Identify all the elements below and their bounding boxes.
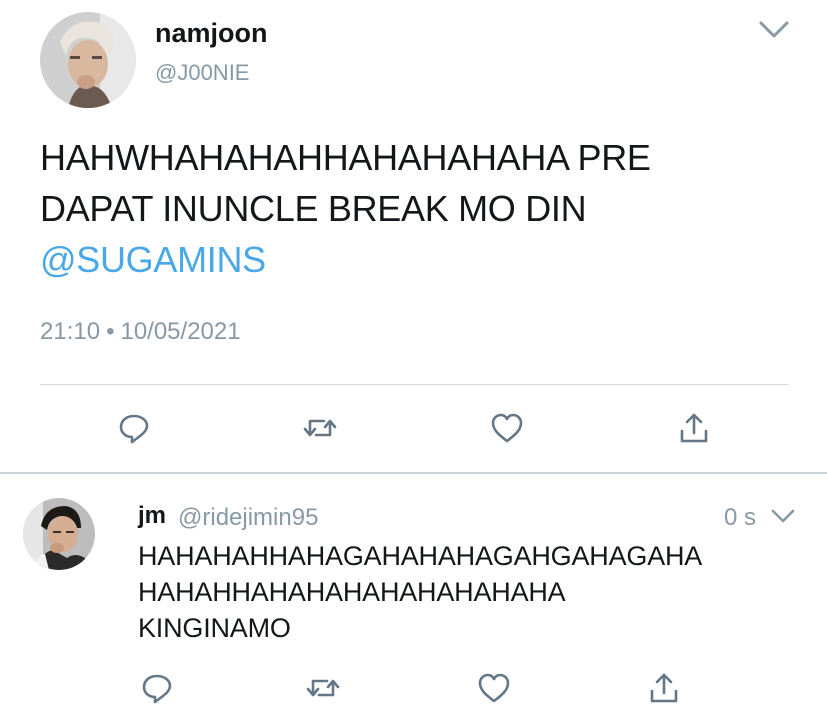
like-button[interactable] <box>474 668 514 708</box>
author-avatar[interactable] <box>40 12 136 108</box>
reply-time-ago[interactable]: 0 s <box>724 504 756 532</box>
avatar-photo <box>40 12 136 108</box>
divider <box>40 384 789 385</box>
reply-author-avatar[interactable] <box>23 498 95 570</box>
reply-icon <box>119 414 149 444</box>
reply-text-line: HAHAHAHHAHAGAHAHAHAGAHGAHAGAHA <box>138 541 703 571</box>
tweet-text-line: HAHWHAHAHAHHAHAHAHAHA PRE <box>40 137 651 178</box>
retweet-icon <box>303 419 337 437</box>
tweet-date: 10/05/2021 <box>120 318 241 345</box>
tweet-text-line: DAPAT INUNCLE BREAK MO DIN <box>40 188 587 229</box>
reply-tweet[interactable]: jm @ridejimin95 0 s HAHAHAHHAHAGAHAHAHAG… <box>0 474 827 725</box>
reply-text-line: KINGINAMO <box>138 613 291 643</box>
reply-button[interactable] <box>114 408 154 448</box>
avatar-photo <box>23 498 95 570</box>
author-display-name[interactable]: namjoon <box>155 18 268 49</box>
reply-text-line: HAHAHHAHAHAHAHAHAHAHAHA <box>138 577 566 607</box>
main-tweet: namjoon @J00NIE HAHWHAHAHAHHAHAHAHAHA PR… <box>0 0 827 473</box>
like-icon <box>491 413 523 443</box>
share-button[interactable] <box>644 668 684 708</box>
share-icon <box>650 673 678 703</box>
like-button[interactable] <box>487 408 527 448</box>
retweet-button[interactable] <box>300 408 340 448</box>
share-icon <box>680 413 708 443</box>
chevron-down-icon[interactable] <box>770 508 796 525</box>
reply-text: HAHAHAHHAHAGAHAHAHAGAHGAHAGAHA HAHAHHAHA… <box>138 538 818 646</box>
tweet-time: 21:10 <box>40 318 101 345</box>
mention-link[interactable]: @SUGAMINS <box>40 234 800 285</box>
timestamp-separator: • <box>106 318 115 345</box>
chevron-down-icon[interactable] <box>758 20 790 40</box>
retweet-button[interactable] <box>303 668 343 708</box>
tweet-timestamp[interactable]: 21:10 • 10/05/2021 <box>40 318 241 346</box>
like-icon <box>478 673 510 703</box>
retweet-icon <box>306 679 340 697</box>
reply-display-name[interactable]: jm <box>138 502 166 530</box>
reply-icon <box>142 674 172 704</box>
share-button[interactable] <box>674 408 714 448</box>
tweet-text: HAHWHAHAHAHHAHAHAHAHA PRE DAPAT INUNCLE … <box>40 132 800 285</box>
reply-button[interactable] <box>137 668 177 708</box>
reply-handle[interactable]: @ridejimin95 <box>178 504 318 532</box>
author-handle[interactable]: @J00NIE <box>155 60 249 86</box>
